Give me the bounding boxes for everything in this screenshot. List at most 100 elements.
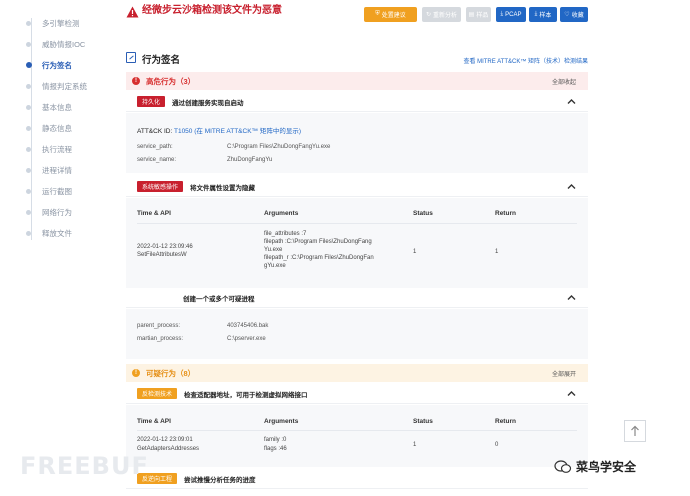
timeline-dot bbox=[26, 125, 31, 131]
sidebar-item-intel-verdict[interactable]: 情报判定系统 bbox=[26, 79, 87, 93]
call-time: 2022-01-12 23:09:46 bbox=[137, 244, 193, 250]
column-header: Time & API bbox=[137, 210, 171, 217]
suspicious-title: 可疑行为（8） bbox=[146, 368, 196, 378]
watermark-text: 菜鸟学安全 bbox=[576, 460, 637, 474]
sidebar-item-label: 进程详情 bbox=[42, 165, 72, 175]
call-arg: flags :46 bbox=[264, 446, 287, 452]
behavior-item-persistence[interactable]: 持久化 通过创建服务实现自启动 bbox=[126, 92, 588, 112]
call-status: 1 bbox=[413, 442, 417, 448]
api-call-table: Time & API Arguments Status Return 2022-… bbox=[126, 198, 588, 288]
sidebar-item-label: 静态信息 bbox=[42, 123, 72, 133]
behavior-desc: 通过创建服务实现自启动 bbox=[172, 99, 244, 107]
arrow-up-icon bbox=[631, 425, 639, 436]
behavior-detail-suspicious-process: parent_process: 403745406.bak martian_pr… bbox=[126, 309, 588, 359]
refresh-icon: ↻ bbox=[425, 12, 431, 18]
report-header: 经微步云沙箱检测该文件为恶意 ⛨ 处置建议 ↻ 重新分析 ▤ 样品 ⤓ PCAP ⤓ 样本… bbox=[120, 0, 590, 34]
sidebar-item-dropped-files[interactable]: 释放文件 bbox=[26, 226, 72, 240]
sidebar-nav: 多引擎检测 威胁情报IOC 行为签名 情报判定系统 基本信息 静态信息 执行流程… bbox=[0, 0, 110, 496]
collapse-all-button[interactable]: 全部收起 bbox=[552, 77, 576, 86]
timeline-dot bbox=[26, 20, 31, 26]
wechat-icon bbox=[554, 459, 572, 473]
category-tag: 反检测技术 bbox=[137, 388, 178, 399]
pcap-button-label: PCAP bbox=[505, 11, 522, 18]
sidebar-item-label: 多引擎检测 bbox=[42, 18, 80, 28]
solution-button-label: 处置建议 bbox=[381, 13, 406, 19]
solution-button[interactable]: ⛨ 处置建议 bbox=[364, 7, 417, 22]
sample-button[interactable]: ▤ 样品 bbox=[466, 7, 491, 22]
sidebar-item-network[interactable]: 网络行为 bbox=[26, 205, 72, 219]
behavior-item-suspicious-process[interactable]: 创建一个或多个可疑进程 bbox=[126, 288, 588, 308]
download-sample-button[interactable]: ⤓ 样本 bbox=[529, 7, 557, 22]
sidebar-item-basic-info[interactable]: 基本信息 bbox=[26, 100, 72, 114]
kv-key: parent_process: bbox=[137, 323, 181, 329]
kv-key: service_name: bbox=[137, 157, 177, 163]
high-risk-title: 高危行为（3） bbox=[146, 76, 196, 86]
call-api: SetFileAttributesW bbox=[137, 252, 187, 258]
behavior-desc: 尝试推慢分析任务的进度 bbox=[184, 476, 256, 484]
attck-matrix-link[interactable]: 查看 MITRE ATT&CK™ 矩阵（技术）检测结果 bbox=[463, 56, 588, 65]
chevron-up-icon[interactable] bbox=[567, 182, 576, 191]
sidebar-item-label: 释放文件 bbox=[42, 228, 72, 238]
chevron-up-icon[interactable] bbox=[567, 389, 576, 398]
favorite-button-label: 收藏 bbox=[571, 13, 584, 19]
pcap-button[interactable]: ⤓ PCAP bbox=[496, 7, 526, 22]
call-arg: file_attributes :7 bbox=[264, 231, 307, 237]
kv-value: 403745406.bak bbox=[227, 323, 269, 329]
sidebar-item-ioc[interactable]: 威胁情报IOC bbox=[26, 37, 85, 51]
expand-all-button[interactable]: 全部展开 bbox=[552, 369, 576, 378]
verdict-title: 经微步云沙箱检测该文件为恶意 bbox=[142, 5, 282, 16]
sidebar-item-label: 情报判定系统 bbox=[42, 81, 87, 91]
call-arg: gYu.exe bbox=[264, 263, 286, 269]
sidebar-item-label: 威胁情报IOC bbox=[42, 39, 86, 49]
timeline-dot bbox=[26, 167, 31, 173]
call-arg: family :0 bbox=[264, 437, 287, 443]
download-icon: ⤓ bbox=[534, 11, 538, 17]
attck-id-label: ATT&CK ID: bbox=[137, 128, 173, 135]
behavior-item-anti-detection[interactable]: 反检测技术 检查适配器地址，可用于检测虚拟网络接口 bbox=[126, 384, 588, 404]
call-arg: filepath_r :C:\Program Files\ZhuDongFan bbox=[264, 255, 374, 261]
sidebar-item-exec-flow[interactable]: 执行流程 bbox=[26, 142, 72, 156]
column-header: Status bbox=[413, 418, 433, 425]
kv-key: service_path: bbox=[137, 144, 173, 150]
sidebar-item-behavior-signature[interactable]: 行为签名 bbox=[25, 58, 72, 72]
watermark-account: 菜鸟学安全 bbox=[554, 458, 636, 475]
category-tag: 系统敏感操作 bbox=[137, 181, 184, 192]
sidebar-item-multi-engine[interactable]: 多引擎检测 bbox=[26, 16, 80, 30]
behavior-item-anti-reverse[interactable]: 反逆向工程 尝试推慢分析任务的进度 bbox=[126, 469, 588, 489]
favorite-button[interactable]: ♡ 收藏 bbox=[560, 7, 588, 22]
reanalyze-button[interactable]: ↻ 重新分析 bbox=[422, 7, 461, 22]
chevron-up-icon[interactable] bbox=[567, 97, 576, 106]
high-risk-bar[interactable]: ! 高危行为（3） 全部收起 bbox=[126, 72, 588, 90]
call-time: 2022-01-12 23:09:01 bbox=[137, 437, 193, 443]
download-icon: ⤓ bbox=[500, 11, 504, 17]
attck-matrix-display-link[interactable]: (在 MITRE ATT&CK™ 矩阵中的显示) bbox=[194, 128, 301, 135]
timeline-dot bbox=[26, 41, 31, 47]
category-tag: 持久化 bbox=[137, 96, 166, 107]
sidebar-item-label: 运行截图 bbox=[42, 186, 72, 196]
sidebar-item-static-info[interactable]: 静态信息 bbox=[26, 121, 72, 135]
suspicious-bar[interactable]: ! 可疑行为（8） 全部展开 bbox=[126, 364, 588, 382]
call-return: 0 bbox=[495, 442, 499, 448]
section-title: 行为签名 bbox=[142, 55, 181, 66]
kv-value: ZhuDongFangYu bbox=[227, 157, 273, 163]
behavior-list: ! 高危行为（3） 全部收起 持久化 通过创建服务实现自启动 ATT&CK ID… bbox=[126, 72, 588, 496]
sidebar-item-process-detail[interactable]: 进程详情 bbox=[26, 163, 72, 177]
kv-key: martian_process: bbox=[137, 336, 184, 342]
chevron-up-icon[interactable] bbox=[567, 293, 576, 302]
file-icon: ▤ bbox=[468, 12, 475, 18]
behavior-desc: 创建一个或多个可疑进程 bbox=[183, 295, 255, 303]
kv-value: C:\Program Files\ZhuDongFangYu.exe bbox=[227, 144, 331, 150]
table-divider bbox=[137, 223, 577, 224]
column-header: Arguments bbox=[264, 418, 299, 425]
api-call-table: Time & API Arguments Status Return 2022-… bbox=[126, 405, 588, 467]
back-to-top-button[interactable] bbox=[624, 420, 646, 442]
attck-id-link[interactable]: T1050 bbox=[174, 128, 192, 135]
call-return: 1 bbox=[495, 249, 499, 255]
behavior-item-hidden-attr[interactable]: 系统敏感操作 将文件属性设置为隐藏 bbox=[126, 177, 588, 197]
behavior-desc: 检查适配器地址，可用于检测虚拟网络接口 bbox=[184, 391, 308, 399]
edit-icon bbox=[126, 52, 136, 63]
sidebar-item-label: 网络行为 bbox=[42, 207, 72, 217]
timeline-dot bbox=[26, 188, 31, 194]
sidebar-item-label: 行为签名 bbox=[42, 60, 72, 70]
sidebar-item-screenshots[interactable]: 运行截图 bbox=[26, 184, 72, 198]
